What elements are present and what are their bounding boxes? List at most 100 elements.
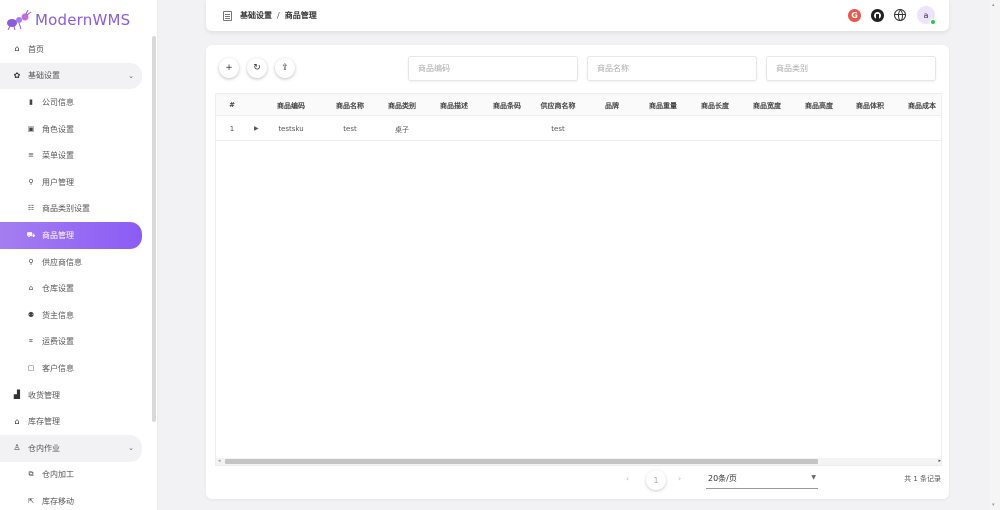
language-globe-icon[interactable] — [894, 9, 906, 21]
sidebar-item[interactable]: ⛟ 商品管理 — [0, 222, 142, 249]
breadcrumb-parent[interactable]: 基础设置 — [240, 11, 272, 20]
scroll-right-icon[interactable]: ▸ — [938, 458, 941, 464]
commodity-table: # 商品编码 商品名称 商品类别 商品描述 商品条码 供应商名称 品牌 商品重量 商品长度 商品宽度… — [215, 93, 942, 466]
sidebar-item[interactable]: ▣ 角色设置 — [0, 116, 150, 143]
column-header[interactable]: 商品类别 — [388, 101, 416, 111]
column-header[interactable]: # — [229, 101, 235, 109]
expand-row-icon[interactable]: ▶ — [254, 125, 259, 132]
current-page-button[interactable]: 1 — [646, 470, 666, 490]
supplier-icon: ⚲ — [28, 257, 34, 266]
pagination: ‹ 1 › 20条/页 ▼ 共 1 条记录 — [206, 470, 949, 490]
sidebar-item-label: 仓内加工 — [42, 470, 74, 480]
sidebar-item[interactable]: ⚲ 用户管理 — [0, 169, 150, 196]
cell-supplier: test — [551, 125, 565, 133]
ant-logo-icon — [7, 10, 32, 30]
refresh-button[interactable]: ↻ — [247, 58, 267, 78]
add-button[interactable]: + — [219, 58, 239, 78]
sidebar-item[interactable]: ⚲ 供应商信息 — [0, 249, 150, 276]
scroll-left-icon[interactable]: ◂ — [218, 458, 221, 464]
sku-name-search-input[interactable] — [587, 56, 757, 81]
sidebar-item-label: 库存移动 — [42, 496, 74, 506]
cell-sku-name: test — [343, 125, 357, 133]
cell-sku-code: testsku — [278, 125, 304, 133]
sidebar-item[interactable]: ▢ 客户信息 — [0, 355, 150, 382]
sidebar-item-label: 仓库设置 — [42, 284, 74, 294]
sidebar-item[interactable]: ✿ 基础设置 ⌄ — [0, 62, 142, 90]
column-header[interactable]: 商品编码 — [277, 101, 305, 111]
cart-icon: ⛟ — [26, 230, 36, 239]
column-header[interactable]: 商品描述 — [440, 101, 468, 111]
row-index: 1 — [229, 125, 235, 133]
freight-icon: ⌗ — [29, 337, 33, 346]
building-icon: ▮ — [29, 97, 33, 106]
sidebar-item[interactable]: ♙ 仓内作业 ⌄ — [0, 434, 142, 462]
home-icon: ⌂ — [14, 44, 20, 54]
sidebar-scrollbar[interactable] — [152, 36, 156, 422]
column-header[interactable]: 商品条码 — [493, 101, 521, 111]
column-header[interactable]: 商品长度 — [701, 101, 729, 111]
page-size-value: 20条/页 — [708, 474, 737, 483]
owners-icon: ⚉ — [27, 310, 35, 319]
scroll-up-icon[interactable]: ▴ — [992, 2, 995, 8]
gitee-icon[interactable]: G — [848, 8, 861, 22]
page-size-select[interactable]: 20条/页 ▼ — [706, 473, 818, 489]
chevron-down-icon: ⌄ — [128, 443, 134, 452]
sidebar-item[interactable]: ▮ 公司信息 — [0, 89, 150, 116]
move-icon: ⇱ — [28, 496, 34, 505]
sku-code-search-input[interactable] — [408, 56, 578, 81]
column-header[interactable]: 商品重量 — [649, 101, 677, 111]
badge-icon: ▣ — [27, 124, 35, 133]
table-row[interactable]: 1 ▶ testsku test 桌子 test — [216, 117, 941, 141]
user-avatar[interactable]: a — [917, 6, 936, 25]
column-header[interactable]: 供应商名称 — [541, 101, 576, 111]
breadcrumb-current: 商品管理 — [284, 11, 317, 20]
sidebar-item[interactable]: ⧉ 仓内加工 — [0, 462, 150, 489]
column-header[interactable]: 商品高度 — [805, 101, 833, 111]
sidebar-item[interactable]: ⌂ 库存管理 — [0, 408, 150, 435]
avatar-letter: a — [923, 10, 929, 20]
github-icon[interactable] — [871, 8, 884, 22]
page-scrollbar[interactable]: ▴ ▾ — [990, 0, 1000, 510]
sidebar-item-label: 仓内作业 — [28, 443, 60, 453]
online-status-dot — [930, 19, 936, 25]
sidebar-item-label: 库存管理 — [28, 417, 60, 427]
sidebar-item-label: 菜单设置 — [42, 151, 74, 161]
column-header[interactable]: 商品体积 — [856, 101, 884, 111]
sidebar-item[interactable]: ⌂ 仓库设置 — [0, 275, 150, 302]
sidebar-item-label: 供应商信息 — [42, 257, 82, 267]
warehouse-icon: ⌂ — [28, 284, 34, 293]
sidebar-item-label: 客户信息 — [42, 363, 74, 373]
category-search-input[interactable] — [766, 56, 936, 81]
gear-icon: ✿ — [13, 70, 21, 80]
header-actions: G a — [848, 6, 936, 25]
sidebar-item-label: 角色设置 — [42, 124, 74, 134]
table-horizontal-scrollbar[interactable]: ◂ ▸ — [216, 458, 941, 465]
prev-page-icon[interactable]: ‹ — [626, 474, 629, 483]
processing-icon: ⧉ — [28, 470, 34, 479]
sidebar-item[interactable]: ⌗ 运费设置 — [0, 329, 150, 356]
main-card: + ↻ ⇪ # 商品编码 商品名称 商品类别 商品描述 商品条码 供应商名称 品牌 商品重量 商品… — [206, 45, 949, 499]
sidebar-item[interactable]: ☷ 商品类别设置 — [0, 196, 150, 223]
export-button[interactable]: ⇪ — [275, 58, 295, 78]
customer-icon: ▢ — [27, 363, 35, 372]
total-records: 共 1 条记录 — [904, 475, 941, 483]
column-header[interactable]: 商品宽度 — [753, 101, 781, 111]
column-header[interactable]: 品牌 — [605, 101, 619, 111]
sidebar-item-label: 运费设置 — [42, 337, 74, 347]
sidebar-item-label: 货主信息 — [42, 310, 74, 320]
column-header[interactable]: 商品成本 — [908, 101, 936, 111]
column-header[interactable]: 商品名称 — [336, 101, 364, 111]
scrollbar-thumb[interactable] — [225, 459, 818, 464]
sidebar-item[interactable]: ⚉ 货主信息 — [0, 302, 150, 329]
sidebar-item[interactable]: ▟ 收货管理 — [0, 382, 150, 409]
sidebar-item[interactable]: ⌂ 首页 — [0, 36, 150, 63]
next-page-icon[interactable]: › — [678, 474, 681, 483]
sidebar-item[interactable]: ⇱ 库存移动 — [0, 488, 150, 510]
cell-category: 桌子 — [395, 126, 409, 134]
scroll-down-icon[interactable]: ▾ — [992, 502, 995, 508]
sidebar-item[interactable]: ≡ 菜单设置 — [0, 142, 150, 169]
breadcrumb: 基础设置 / 商品管理 — [240, 10, 317, 21]
list-icon: ☷ — [27, 204, 35, 213]
top-header: 基础设置 / 商品管理 G a — [206, 0, 949, 31]
app-logo[interactable]: ModernWMS — [6, 9, 130, 31]
